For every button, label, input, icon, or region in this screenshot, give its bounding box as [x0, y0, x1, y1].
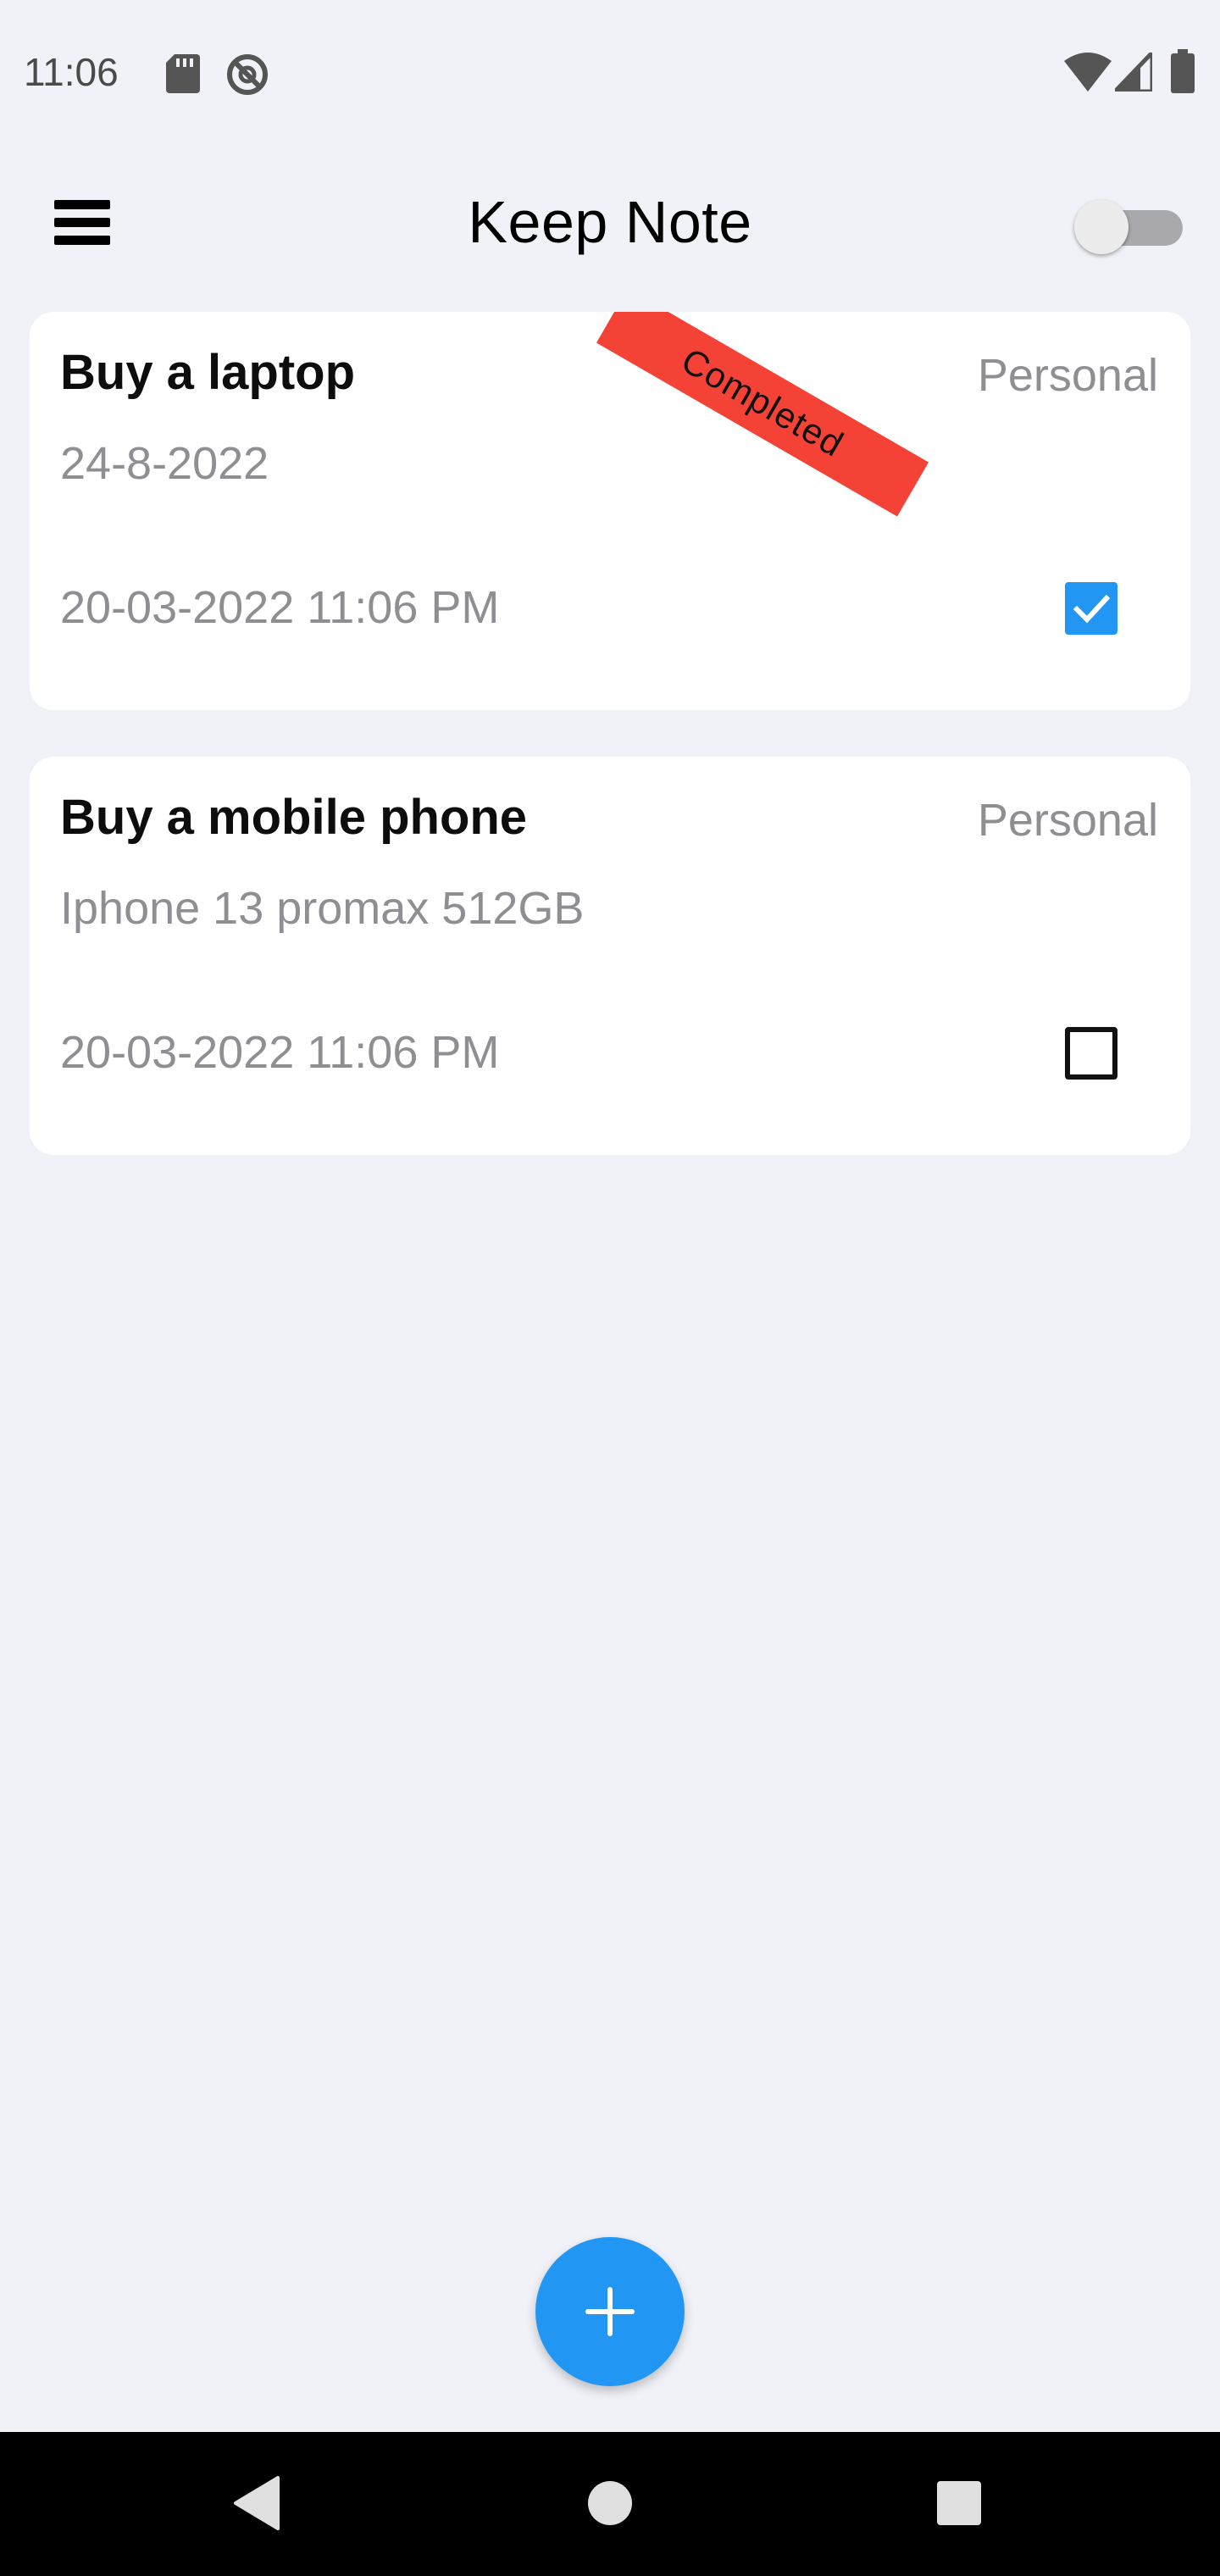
note-complete-checkbox[interactable] — [1065, 582, 1117, 635]
wifi-icon — [1064, 53, 1112, 92]
note-category: Personal — [977, 795, 1158, 846]
add-note-button[interactable] — [535, 2237, 685, 2386]
battery-icon — [1171, 49, 1195, 93]
back-icon[interactable] — [232, 2474, 281, 2532]
note-title: Buy a mobile phone — [60, 790, 528, 845]
note-description: 24-8-2022 — [60, 438, 269, 489]
ribbon-label: Completed — [674, 340, 851, 464]
page-title: Keep Note — [468, 189, 752, 255]
sd-card-icon — [166, 54, 200, 93]
system-nav-bar — [0, 2432, 1220, 2576]
status-bar: 11:06 — [0, 0, 1220, 144]
recents-icon[interactable] — [937, 2481, 981, 2525]
plus-icon — [585, 2287, 635, 2336]
do-not-disturb-icon — [227, 54, 268, 95]
checkmark-icon — [1073, 594, 1111, 624]
note-description: Iphone 13 promax 512GB — [60, 883, 585, 934]
note-category: Personal — [977, 350, 1158, 401]
theme-toggle[interactable] — [1074, 200, 1184, 254]
note-datetime: 20-03-2022 11:06 PM — [60, 582, 500, 633]
note-complete-checkbox[interactable] — [1065, 1027, 1117, 1080]
note-card[interactable]: Completed Buy a laptop Personal 24-8-202… — [30, 312, 1190, 710]
cell-signal-icon — [1115, 53, 1152, 92]
toggle-thumb — [1074, 200, 1128, 254]
note-datetime: 20-03-2022 11:06 PM — [60, 1027, 500, 1078]
home-icon[interactable] — [588, 2481, 632, 2525]
note-title: Buy a laptop — [60, 345, 356, 400]
note-card[interactable]: Buy a mobile phone Personal Iphone 13 pr… — [30, 757, 1190, 1155]
status-time: 11:06 — [24, 50, 119, 94]
completed-ribbon: Completed — [596, 312, 929, 517]
